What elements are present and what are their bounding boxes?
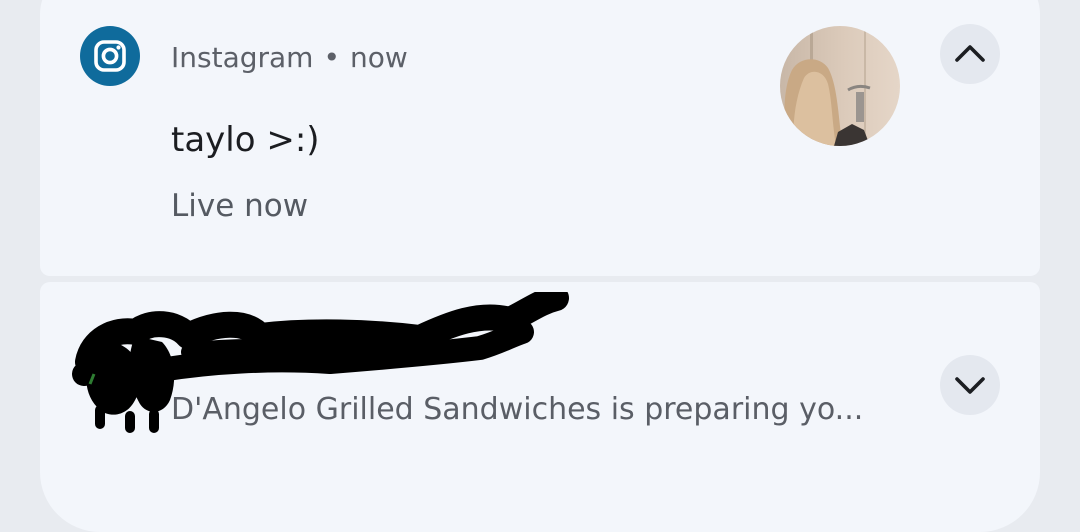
header-separator: • <box>323 41 340 74</box>
notification-body: D'Angelo Grilled Sandwiches is preparing… <box>171 392 864 427</box>
collapse-button[interactable] <box>940 24 1000 84</box>
instagram-icon <box>80 26 140 86</box>
notification-header: Instagram • now <box>171 38 408 78</box>
expand-button[interactable] <box>940 355 1000 415</box>
notification-time: now <box>349 41 408 74</box>
chevron-up-icon <box>955 45 985 62</box>
notification-title: taylo >:) <box>171 120 320 160</box>
notification-body: Live now <box>171 188 309 224</box>
avatar <box>780 26 900 146</box>
app-name: Instagram <box>171 41 314 74</box>
chevron-down-icon <box>955 377 985 394</box>
